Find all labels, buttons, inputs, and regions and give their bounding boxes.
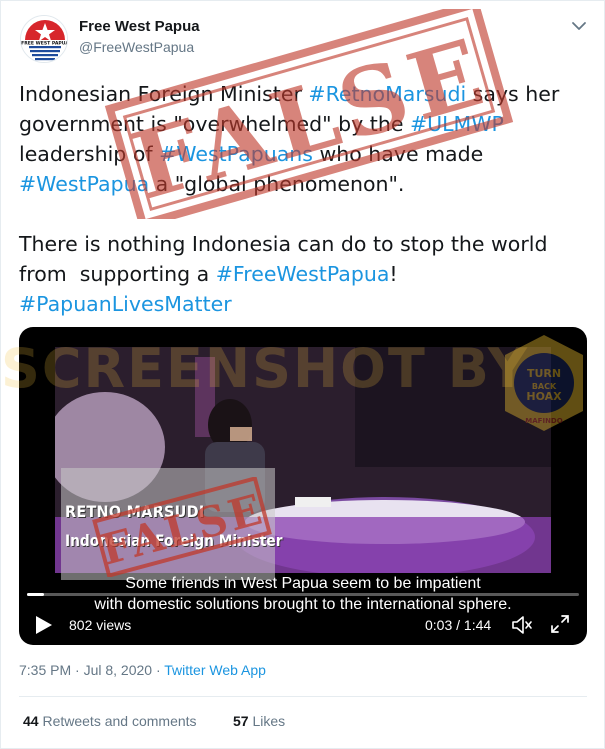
avatar[interactable]: FREE WEST PAPUA bbox=[20, 15, 68, 63]
tweet-text-segment: a "global phenomenon". bbox=[149, 172, 405, 196]
retweets-count: 44 bbox=[23, 713, 39, 729]
tweet-timestamp: 7:35 PM · Jul 8, 2020 · Twitter Web App bbox=[19, 662, 266, 678]
tweet-card: FREE WEST PAPUA Free West Papua @FreeWes… bbox=[0, 0, 605, 749]
tweet-text-segment: government is "overwhelmed" by the bbox=[19, 112, 410, 136]
video-time: 0:03 / 1:44 bbox=[425, 617, 492, 633]
likes-stat[interactable]: 57 Likes bbox=[233, 713, 285, 729]
hashtag-link[interactable]: #WestPapuans bbox=[159, 142, 313, 166]
tweet-text-segment: Indonesian Foreign Minister bbox=[19, 82, 309, 106]
volume-icon[interactable] bbox=[511, 614, 533, 636]
tweet-text-segment: says her bbox=[466, 82, 560, 106]
tweet-text-segment: who have made bbox=[312, 142, 484, 166]
tweet-text-segment: There is nothing Indonesia can do to sto… bbox=[19, 232, 548, 256]
hashtag-link[interactable]: #PapuanLivesMatter bbox=[19, 292, 232, 316]
tweet-text-segment: from supporting a bbox=[19, 262, 216, 286]
chevron-down-icon[interactable] bbox=[569, 16, 589, 36]
author-handle[interactable]: @FreeWestPapua bbox=[79, 39, 194, 55]
free-west-papua-logo-icon: FREE WEST PAPUA bbox=[21, 16, 68, 62]
subtitle-line-1: Some friends in West Papua seem to be im… bbox=[125, 575, 481, 592]
svg-text:FREE WEST PAPUA: FREE WEST PAPUA bbox=[21, 40, 68, 46]
lower-third-box bbox=[61, 468, 275, 580]
hashtag-link[interactable]: #WestPapua bbox=[19, 172, 149, 196]
view-count: 802 views bbox=[69, 617, 132, 633]
likes-label: Likes bbox=[248, 713, 286, 729]
source-link[interactable]: Twitter Web App bbox=[164, 662, 266, 678]
divider bbox=[19, 696, 587, 697]
hashtag-link[interactable]: #RetnoMarsudi bbox=[308, 82, 466, 106]
tweet-text-segment: ! bbox=[389, 262, 398, 286]
fullscreen-icon[interactable] bbox=[550, 614, 570, 634]
timestamp-text[interactable]: 7:35 PM · Jul 8, 2020 · bbox=[19, 662, 164, 678]
subtitle-line-2: with domestic solutions brought to the i… bbox=[94, 596, 512, 613]
likes-count: 57 bbox=[233, 713, 249, 729]
hashtag-link[interactable]: #ULMWP bbox=[410, 112, 504, 136]
tweet-text-segment: leadership of bbox=[19, 142, 160, 166]
lower-third-title: Indonesian Foreign Minister bbox=[65, 531, 283, 550]
play-icon[interactable] bbox=[35, 615, 53, 635]
tweet-text: Indonesian Foreign Minister #RetnoMarsud… bbox=[19, 79, 591, 319]
retweets-label: Retweets and comments bbox=[38, 713, 197, 729]
author-name[interactable]: Free West Papua bbox=[79, 18, 200, 35]
hashtag-link[interactable]: #FreeWestPapua bbox=[216, 262, 390, 286]
video-player[interactable]: RETNO MARSUDI Indonesian Foreign Ministe… bbox=[19, 327, 587, 645]
lower-third-name: RETNO MARSUDI bbox=[65, 502, 205, 521]
retweets-stat[interactable]: 44 Retweets and comments bbox=[23, 713, 197, 729]
